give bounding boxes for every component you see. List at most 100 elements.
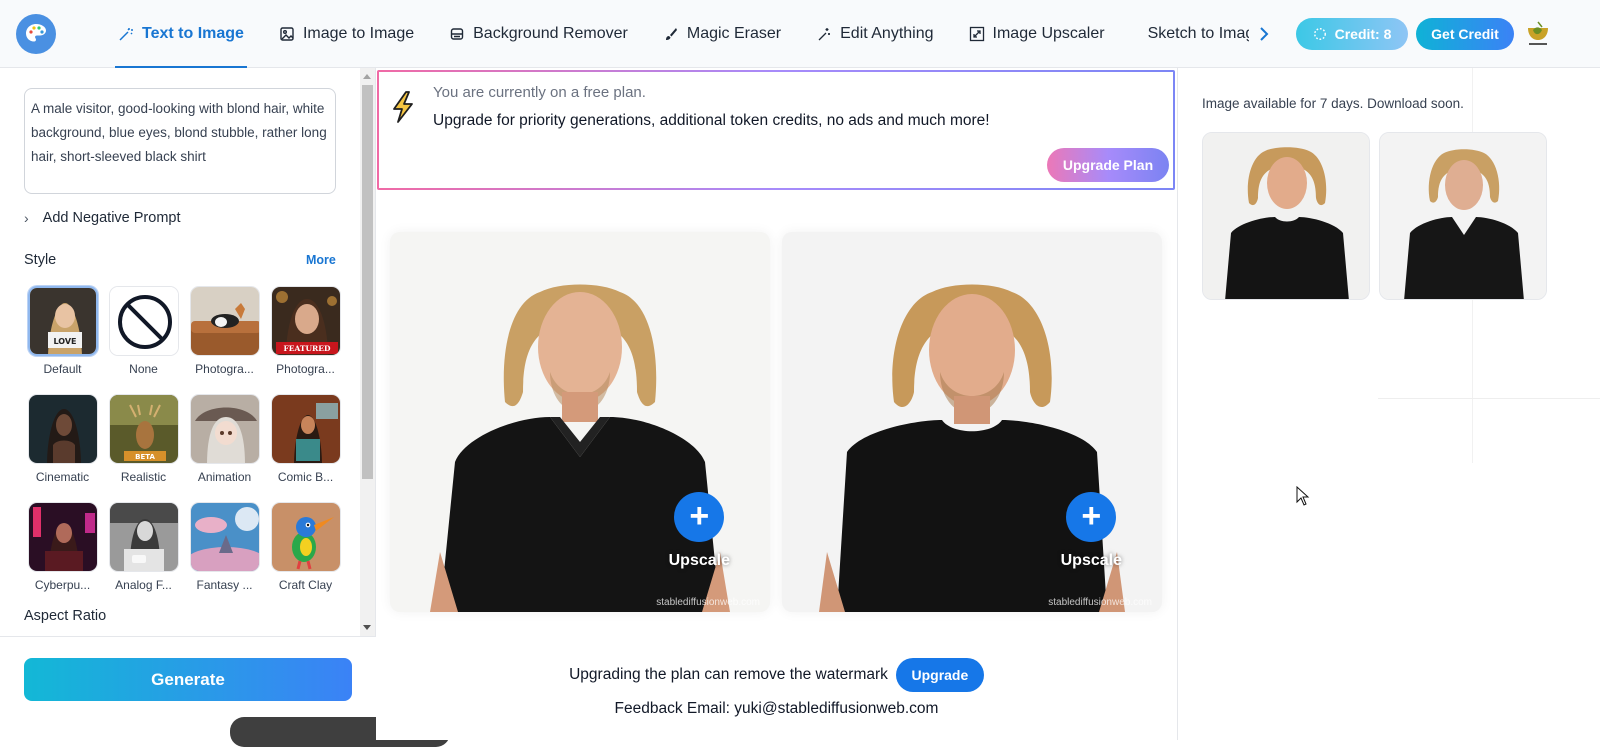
love-sign-text: LOVE: [53, 337, 76, 346]
style-name: Photogra...: [276, 362, 335, 376]
plus-icon: +: [674, 492, 725, 542]
beta-badge: BETA: [135, 453, 155, 461]
tab-label: Image Upscaler: [992, 25, 1105, 42]
style-option-cinematic[interactable]: Cinematic: [22, 394, 103, 484]
style-option-photography[interactable]: Photogra...: [184, 286, 265, 376]
plus-icon: +: [1066, 492, 1117, 542]
generate-button[interactable]: Generate: [24, 658, 352, 701]
settings-panel: A male visitor, good-looking with blond …: [0, 68, 376, 740]
style-option-analog-film[interactable]: Analog F...: [103, 502, 184, 592]
result-image-card[interactable]: + Upscale stablediffusionweb.com: [782, 232, 1162, 612]
watermark-notice-text: Upgrading the plan can remove the waterm…: [569, 666, 888, 683]
watermark-text: stablediffusionweb.com: [656, 597, 760, 608]
tab-label: Image to Image: [302, 25, 415, 42]
style-option-craft-clay[interactable]: Craft Clay: [265, 502, 346, 592]
magic-wand-icon: [119, 28, 133, 41]
brand-logo-icon[interactable]: [1524, 18, 1552, 48]
style-thumbnail: [189, 286, 260, 356]
style-option-default[interactable]: LOVE Default: [22, 286, 103, 376]
results-area: You are currently on a free plan. Upgrad…: [376, 68, 1177, 740]
upgrade-button[interactable]: Upgrade: [895, 658, 984, 692]
style-name: None: [129, 362, 158, 376]
style-thumbnail: BETA: [108, 394, 179, 464]
result-images: + Upscale stablediffusionweb.com + Upsca…: [390, 232, 1162, 616]
scroll-down-arrow-icon[interactable]: [363, 625, 371, 630]
history-image-item[interactable]: [1202, 132, 1370, 300]
tab-image-upscaler[interactable]: Image Upscaler: [966, 0, 1108, 68]
style-thumbnail: [27, 502, 98, 572]
availability-notice: Image available for 7 days. Download soo…: [1202, 96, 1464, 111]
tab-magic-eraser[interactable]: Magic Eraser: [660, 0, 784, 68]
none-icon: [108, 286, 179, 356]
credit-count: Credit: 8: [1334, 26, 1392, 42]
style-name: Analog F...: [115, 578, 172, 592]
negative-prompt-label: Add Negative Prompt: [42, 210, 181, 226]
tab-label: Background Remover: [473, 25, 628, 42]
style-name: Photogra...: [195, 362, 254, 376]
upscale-button[interactable]: + Upscale: [1061, 492, 1122, 570]
lightning-icon: [393, 91, 413, 123]
tab-label: Sketch to Image: [1147, 25, 1249, 42]
plan-status-text: You are currently on a free plan.: [433, 84, 646, 101]
settings-scrollbar[interactable]: [360, 68, 375, 636]
top-nav: Text to Image Image to Image Background …: [0, 0, 1600, 68]
scroll-up-arrow-icon[interactable]: [363, 74, 371, 79]
upscale-label: Upscale: [668, 552, 730, 569]
palette-logo-icon[interactable]: [16, 14, 56, 54]
style-name: Fantasy ...: [196, 578, 253, 592]
style-option-fantasy[interactable]: Fantasy ...: [184, 502, 265, 592]
tab-background-remover[interactable]: Background Remover: [446, 0, 631, 68]
tab-image-to-image[interactable]: Image to Image: [276, 0, 417, 68]
expand-icon: [969, 26, 984, 42]
history-image-item[interactable]: [1379, 132, 1547, 300]
style-option-photography-featured[interactable]: FEATURED Photogra...: [265, 286, 346, 376]
eraser-box-icon: [450, 28, 464, 40]
style-option-realistic[interactable]: BETA Realistic: [103, 394, 184, 484]
style-thumbnail: [189, 394, 260, 464]
tool-tabs: Text to Image Image to Image Background …: [115, 0, 1295, 68]
history-portrait-image: [1380, 133, 1546, 299]
upscale-button[interactable]: + Upscale: [669, 492, 730, 570]
chevron-right-icon: ›: [24, 210, 29, 226]
style-option-none[interactable]: None: [103, 286, 184, 376]
watermark-text: stablediffusionweb.com: [1048, 597, 1152, 608]
style-name: Craft Clay: [278, 578, 333, 592]
style-thumbnail: [108, 502, 179, 572]
style-thumbnail: [270, 502, 341, 572]
scrollbar-thumb[interactable]: [362, 85, 373, 479]
style-option-animation[interactable]: Animation: [184, 394, 265, 484]
more-styles-link[interactable]: More: [306, 253, 336, 267]
image-icon: [280, 27, 294, 41]
prompt-input[interactable]: A male visitor, good-looking with blond …: [24, 88, 336, 194]
feedback-email: Feedback Email: yuki@stablediffusionweb.…: [614, 700, 939, 717]
style-name: Cinematic: [35, 470, 90, 484]
get-credit-button[interactable]: Get Credit: [1416, 18, 1514, 50]
mouse-cursor-icon: [1296, 486, 1310, 506]
tab-sketch-to-image[interactable]: Sketch to Image: [1137, 0, 1249, 68]
style-thumbnail: [27, 394, 98, 464]
style-option-cyberpunk[interactable]: Cyberpu...: [22, 502, 103, 592]
style-name: Default: [43, 362, 82, 376]
settings-scroll-area: A male visitor, good-looking with blond …: [0, 68, 360, 636]
result-image-card[interactable]: + Upscale stablediffusionweb.com: [390, 232, 770, 612]
coin-icon: [1313, 28, 1326, 40]
tab-label: Edit Anything: [840, 25, 934, 42]
featured-badge: FEATURED: [283, 344, 331, 353]
tab-edit-anything[interactable]: Edit Anything: [813, 0, 936, 68]
style-thumbnail: LOVE: [27, 286, 98, 356]
style-name: Realistic: [120, 470, 167, 484]
style-name: Comic B...: [277, 470, 334, 484]
tab-label: Text to Image: [142, 25, 244, 42]
style-option-comic-book[interactable]: Comic B...: [265, 394, 346, 484]
plan-upsell-text: Upgrade for priority generations, additi…: [433, 112, 990, 129]
upscale-label: Upscale: [1060, 552, 1122, 569]
add-negative-prompt-toggle[interactable]: › Add Negative Prompt: [24, 210, 181, 226]
tab-text-to-image[interactable]: Text to Image: [115, 0, 247, 68]
style-name: Cyberpu...: [34, 578, 91, 592]
tab-label: Magic Eraser: [686, 25, 782, 42]
nav-next-chevron-icon[interactable]: [1254, 22, 1274, 46]
upgrade-plan-button[interactable]: Upgrade Plan: [1047, 148, 1169, 182]
watermark-notice: Upgrading the plan can remove the waterm…: [376, 658, 1177, 692]
credit-badge[interactable]: Credit: 8: [1296, 18, 1408, 50]
style-thumbnail: [189, 502, 260, 572]
